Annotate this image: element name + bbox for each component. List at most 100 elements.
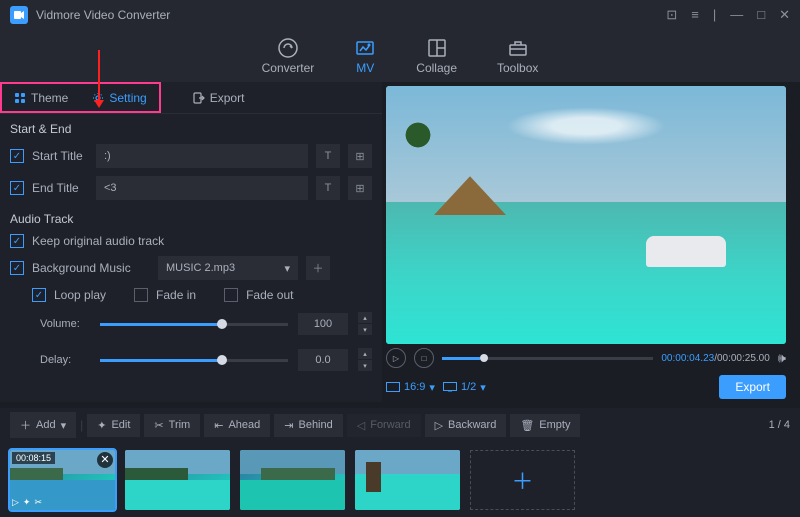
main-content: Theme Setting Export Start & End Start T… — [0, 82, 800, 402]
titlebar: Vidmore Video Converter ⊡ ≡ | — □ ✕ — [0, 0, 800, 30]
clips-row: 00:08:15 ✕ ▷ ✦ ✂ ＋ — [0, 442, 800, 517]
fadeout-checkbox[interactable] — [224, 288, 238, 302]
delay-up[interactable]: ▴ — [358, 348, 372, 359]
tab-theme[interactable]: Theme — [2, 84, 80, 111]
nav-toolbox[interactable]: Toolbox — [497, 37, 538, 75]
end-title-input[interactable] — [96, 176, 308, 200]
nav-collage[interactable]: Collage — [416, 37, 457, 75]
delay-slider[interactable] — [100, 359, 288, 362]
behind-button[interactable]: ⇥Behind — [274, 414, 342, 437]
tab-label: Export — [210, 91, 245, 105]
ahead-button[interactable]: ⇤Ahead — [204, 414, 270, 437]
keep-original-checkbox[interactable] — [10, 234, 24, 248]
mv-icon — [354, 37, 376, 59]
chevron-down-icon: ▾ — [61, 419, 67, 432]
time-current: 00:00:04.23 — [661, 353, 714, 364]
nav-label: Toolbox — [497, 61, 538, 75]
clip-controls: ▷ ✦ ✂ — [12, 497, 42, 508]
background-music-row: Background Music MUSIC 2.mp3 ▾ ＋ — [0, 252, 382, 284]
position-button[interactable]: ⊞ — [348, 176, 372, 200]
chevron-down-icon: ▾ — [429, 381, 435, 394]
font-button[interactable]: T — [316, 144, 340, 168]
collage-icon — [426, 37, 448, 59]
tab-setting[interactable]: Setting — [80, 84, 158, 111]
loop-checkbox[interactable] — [32, 288, 46, 302]
clip-thumbnail[interactable] — [240, 450, 345, 510]
clip-thumbnail[interactable]: 00:08:15 ✕ ▷ ✦ ✂ — [10, 450, 115, 510]
backward-button[interactable]: ▷Backward — [425, 414, 507, 437]
end-title-label: End Title — [32, 181, 88, 195]
converter-icon — [277, 37, 299, 59]
app-title: Vidmore Video Converter — [36, 8, 170, 22]
aspect-ratio-dropdown[interactable]: 16:9 ▾ — [386, 381, 435, 394]
clip-remove-button[interactable]: ✕ — [97, 452, 113, 468]
start-title-input[interactable] — [96, 144, 308, 168]
fadein-checkbox[interactable] — [134, 288, 148, 302]
tab-export[interactable]: Export — [181, 82, 257, 113]
start-title-row: Start Title T ⊞ — [0, 140, 382, 172]
time-display: 00:00:04.23/00:00:25.00 — [661, 353, 769, 364]
end-title-checkbox[interactable] — [10, 181, 24, 195]
delay-row: Delay: 0.0 ▴▾ — [0, 342, 382, 378]
play-button[interactable]: ▷ — [386, 348, 406, 368]
edit-icon[interactable]: ✦ — [23, 497, 31, 508]
position-button[interactable]: ⊞ — [348, 144, 372, 168]
star-icon: ✦ — [97, 419, 106, 432]
maximize-icon[interactable]: □ — [757, 7, 765, 23]
feedback-icon[interactable]: ⊡ — [666, 7, 677, 23]
preview-options: 16:9 ▾ 1/2 ▾ Export — [386, 372, 786, 402]
start-title-label: Start Title — [32, 149, 88, 163]
stop-button[interactable]: □ — [414, 348, 434, 368]
forward-button: ◁Forward — [347, 414, 421, 437]
close-icon[interactable]: ✕ — [779, 7, 790, 23]
minimize-icon[interactable]: — — [730, 7, 743, 23]
clip-toolbar: ＋Add▾ | ✦Edit ✂Trim ⇤Ahead ⇥Behind ◁Forw… — [0, 408, 800, 442]
edit-button[interactable]: ✦Edit — [87, 414, 140, 437]
start-title-checkbox[interactable] — [10, 149, 24, 163]
skip-forward-icon: ⇥ — [284, 419, 293, 432]
clip-thumbnail[interactable] — [355, 450, 460, 510]
chevron-down-icon: ▾ — [480, 381, 486, 394]
nav-converter[interactable]: Converter — [262, 37, 315, 75]
window-controls: ⊡ ≡ | — □ ✕ — [666, 7, 790, 23]
keep-original-row: Keep original audio track — [0, 230, 382, 252]
volume-up[interactable]: ▴ — [358, 312, 372, 323]
menu-icon[interactable]: ≡ — [691, 7, 699, 23]
volume-input[interactable]: 100 — [298, 313, 348, 335]
play-icon[interactable]: ▷ — [12, 497, 19, 508]
divider: | — [713, 7, 716, 23]
playback-controls: ▷ □ 00:00:04.23/00:00:25.00 🕪 — [386, 344, 786, 372]
chevron-down-icon: ▾ — [284, 262, 290, 275]
add-button[interactable]: ＋Add▾ — [10, 412, 76, 438]
background-music-checkbox[interactable] — [10, 261, 24, 275]
chevron-right-icon: ▷ — [435, 419, 443, 432]
scissors-icon[interactable]: ✂ — [34, 497, 42, 508]
export-button[interactable]: Export — [719, 375, 786, 399]
font-button[interactable]: T — [316, 176, 340, 200]
nav-label: Converter — [262, 61, 315, 75]
delay-input[interactable]: 0.0 — [298, 349, 348, 371]
screens-dropdown[interactable]: 1/2 ▾ — [443, 381, 486, 394]
empty-button[interactable]: 🗑Empty — [510, 414, 580, 437]
nav-mv[interactable]: MV — [354, 37, 376, 75]
trash-icon: 🗑 — [520, 419, 534, 432]
app-logo-icon — [10, 6, 28, 24]
progress-bar[interactable] — [442, 357, 653, 360]
trim-button[interactable]: ✂Trim — [144, 414, 200, 437]
section-start-end: Start & End — [0, 114, 382, 140]
settings-panel: Theme Setting Export Start & End Start T… — [0, 82, 382, 402]
music-dropdown[interactable]: MUSIC 2.mp3 ▾ — [158, 256, 298, 280]
chevron-left-icon: ◁ — [357, 419, 365, 432]
volume-down[interactable]: ▾ — [358, 324, 372, 335]
delay-down[interactable]: ▾ — [358, 360, 372, 371]
add-clip-button[interactable]: ＋ — [470, 450, 575, 510]
volume-slider[interactable] — [100, 323, 288, 326]
nav-label: MV — [356, 61, 374, 75]
toolbox-icon — [507, 37, 529, 59]
clip-thumbnail[interactable] — [125, 450, 230, 510]
skip-back-icon: ⇤ — [214, 419, 223, 432]
gear-icon — [92, 92, 104, 104]
video-preview[interactable] — [386, 86, 786, 344]
add-music-button[interactable]: ＋ — [306, 256, 330, 280]
volume-icon[interactable]: 🕪 — [778, 350, 786, 366]
